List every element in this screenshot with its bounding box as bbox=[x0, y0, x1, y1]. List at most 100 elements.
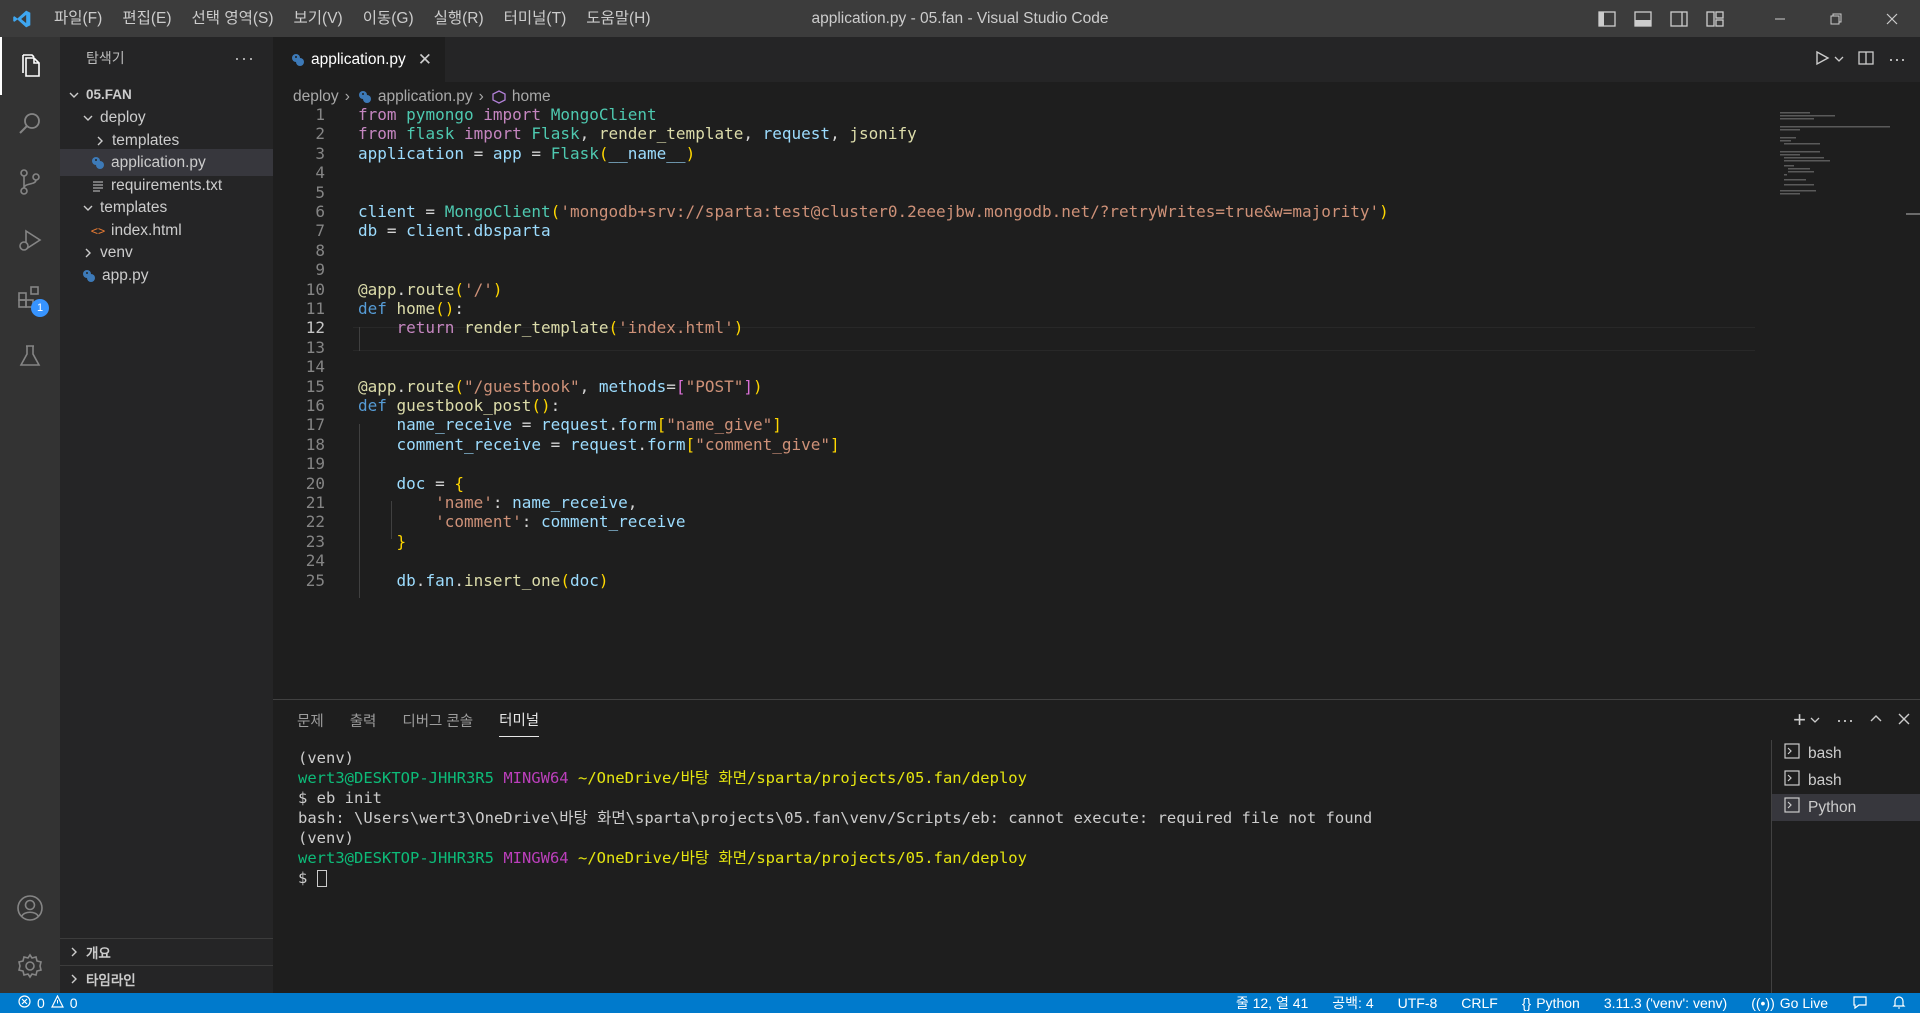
indentation[interactable]: 공백: 4 bbox=[1332, 993, 1373, 1013]
terminal-line: wert3@DESKTOP-JHHR3R5 MINGW64 ~/OneDrive… bbox=[298, 849, 1027, 867]
chevron-down-icon bbox=[66, 87, 82, 103]
tab-debug-console[interactable]: 디버그 콘솔 bbox=[402, 710, 473, 731]
cursor-position[interactable]: 줄 12, 열 41 bbox=[1236, 993, 1308, 1013]
chevron-right-icon bbox=[66, 944, 82, 960]
tree-root-label: 05.FAN bbox=[86, 87, 132, 102]
chevron-right-icon: › bbox=[478, 87, 484, 105]
new-terminal-icon[interactable]: + bbox=[1793, 709, 1806, 731]
accounts-icon[interactable] bbox=[0, 879, 60, 937]
feedback-icon[interactable] bbox=[1852, 995, 1868, 1012]
split-editor-icon[interactable] bbox=[1858, 50, 1874, 70]
python-interpreter[interactable]: 3.11.3 ('venv': venv) bbox=[1604, 995, 1727, 1011]
toggle-sidebar-icon[interactable] bbox=[1592, 4, 1622, 34]
terminal-line: wert3@DESKTOP-JHHR3R5 MINGW64 ~/OneDrive… bbox=[298, 769, 1027, 787]
problems-status[interactable]: 0 0 bbox=[0, 994, 78, 1011]
terminal-icon bbox=[1784, 797, 1800, 818]
python-file-icon bbox=[289, 53, 307, 67]
maximize-panel-icon[interactable] bbox=[1870, 712, 1882, 729]
more-actions-icon[interactable]: ··· bbox=[1836, 710, 1854, 731]
run-debug-icon[interactable] bbox=[0, 211, 60, 269]
menu-go[interactable]: 이동(G) bbox=[353, 0, 424, 37]
title-bar: 파일(F) 편집(E) 선택 영역(S) 보기(V) 이동(G) 실행(R) 터… bbox=[0, 0, 1920, 37]
explorer-icon[interactable] bbox=[0, 37, 60, 95]
chevron-right-icon bbox=[92, 133, 108, 149]
menu-help[interactable]: 도움말(H) bbox=[576, 0, 660, 37]
minimize-button[interactable] bbox=[1752, 0, 1808, 37]
warning-count: 0 bbox=[69, 995, 78, 1011]
editor-area: application.py ✕ ··· deploy › applicatio… bbox=[273, 37, 1920, 699]
chevron-right-icon: › bbox=[344, 87, 350, 105]
menu-view[interactable]: 보기(V) bbox=[284, 0, 353, 37]
terminal-icon bbox=[1784, 743, 1800, 764]
run-python-icon[interactable] bbox=[1814, 50, 1830, 70]
end-of-line[interactable]: CRLF bbox=[1461, 995, 1498, 1011]
terminal-instance-bash[interactable]: bash bbox=[1772, 740, 1920, 767]
editor-tab-bar: application.py ✕ ··· bbox=[273, 37, 1920, 82]
outline-section[interactable]: 개요 bbox=[60, 938, 273, 965]
extensions-icon[interactable]: 1 bbox=[0, 269, 60, 327]
tab-terminal[interactable]: 터미널 bbox=[499, 709, 540, 737]
tree-file-app-py[interactable]: app.py bbox=[60, 262, 273, 289]
tab-label: application.py bbox=[311, 50, 406, 68]
tab-problems[interactable]: 문제 bbox=[297, 710, 324, 731]
testing-icon[interactable] bbox=[0, 327, 60, 385]
source-control-icon[interactable] bbox=[0, 153, 60, 211]
tab-application-py[interactable]: application.py ✕ bbox=[273, 37, 445, 82]
tree-item-label: deploy bbox=[100, 108, 146, 126]
python-file-icon bbox=[80, 269, 98, 283]
terminal-line: (venv) bbox=[298, 829, 354, 847]
terminal-name: bash bbox=[1808, 744, 1842, 762]
overview-ruler-cursor bbox=[1906, 213, 1920, 215]
tab-output[interactable]: 출력 bbox=[350, 710, 377, 731]
toggle-panel-icon[interactable] bbox=[1628, 4, 1658, 34]
bell-icon[interactable] bbox=[1892, 995, 1906, 1012]
customize-layout-icon[interactable] bbox=[1700, 4, 1730, 34]
chevron-down-icon bbox=[80, 110, 96, 126]
extensions-badge: 1 bbox=[31, 299, 49, 317]
language-mode[interactable]: {} Python bbox=[1522, 995, 1580, 1011]
python-file-icon bbox=[89, 156, 107, 170]
close-panel-icon[interactable] bbox=[1898, 712, 1910, 729]
python-file-icon bbox=[356, 90, 374, 104]
code-line: 25 db.fan.insert_one(doc) bbox=[305, 570, 609, 590]
status-bar: 0 0 줄 12, 열 41 공백: 4 UTF-8 CRLF {} Python… bbox=[0, 993, 1920, 1013]
go-live-button[interactable]: ((•)) Go Live bbox=[1751, 995, 1828, 1011]
menu-terminal[interactable]: 터미널(T) bbox=[494, 0, 577, 37]
chevron-down-icon[interactable] bbox=[1834, 51, 1844, 68]
menu-selection[interactable]: 선택 영역(S) bbox=[182, 0, 284, 37]
toggle-secondary-sidebar-icon[interactable] bbox=[1664, 4, 1694, 34]
breadcrumb-symbol[interactable]: home bbox=[512, 88, 551, 106]
close-window-button[interactable] bbox=[1864, 0, 1920, 37]
menu-file[interactable]: 파일(F) bbox=[44, 0, 112, 37]
tree-item-label: application.py bbox=[111, 153, 206, 171]
chevron-right-icon bbox=[80, 245, 96, 261]
gear-icon[interactable] bbox=[0, 937, 60, 995]
tree-item-label: venv bbox=[100, 243, 133, 261]
breadcrumb-folder[interactable]: deploy bbox=[293, 88, 339, 106]
encoding[interactable]: UTF-8 bbox=[1398, 995, 1438, 1011]
more-actions-icon[interactable]: ··· bbox=[1888, 49, 1906, 70]
restore-button[interactable] bbox=[1808, 0, 1864, 37]
tree-item-label: templates bbox=[112, 131, 180, 149]
breadcrumb-file[interactable]: application.py bbox=[378, 88, 473, 106]
vscode-logo-icon bbox=[0, 0, 44, 37]
menu-run[interactable]: 실행(R) bbox=[424, 0, 494, 37]
more-actions-icon[interactable]: ··· bbox=[234, 48, 255, 69]
terminal-instance-python[interactable]: Python bbox=[1772, 794, 1920, 821]
terminal-output[interactable]: (venv) wert3@DESKTOP-JHHR3R5 MINGW64 ~/O… bbox=[298, 748, 1748, 988]
chevron-down-icon[interactable] bbox=[1810, 712, 1820, 729]
activity-bar: 1 bbox=[0, 37, 60, 993]
terminal-name: bash bbox=[1808, 771, 1842, 789]
terminal-line: bash: \Users\wert3\OneDrive\바탕 화면\sparta… bbox=[298, 809, 1373, 827]
chevron-right-icon bbox=[66, 971, 82, 987]
terminal-name: Python bbox=[1808, 798, 1857, 816]
error-count: 0 bbox=[37, 995, 45, 1011]
timeline-section[interactable]: 타임라인 bbox=[60, 965, 273, 992]
close-icon[interactable]: ✕ bbox=[418, 50, 432, 70]
menu-edit[interactable]: 편집(E) bbox=[112, 0, 181, 37]
terminal-instance-bash[interactable]: bash bbox=[1772, 767, 1920, 794]
search-icon[interactable] bbox=[0, 95, 60, 153]
minimap[interactable] bbox=[1780, 110, 1900, 200]
tree-item-label: app.py bbox=[102, 266, 149, 284]
code-editor[interactable]: 1 from pymongo import MongoClient 2 from f… bbox=[273, 108, 1873, 699]
